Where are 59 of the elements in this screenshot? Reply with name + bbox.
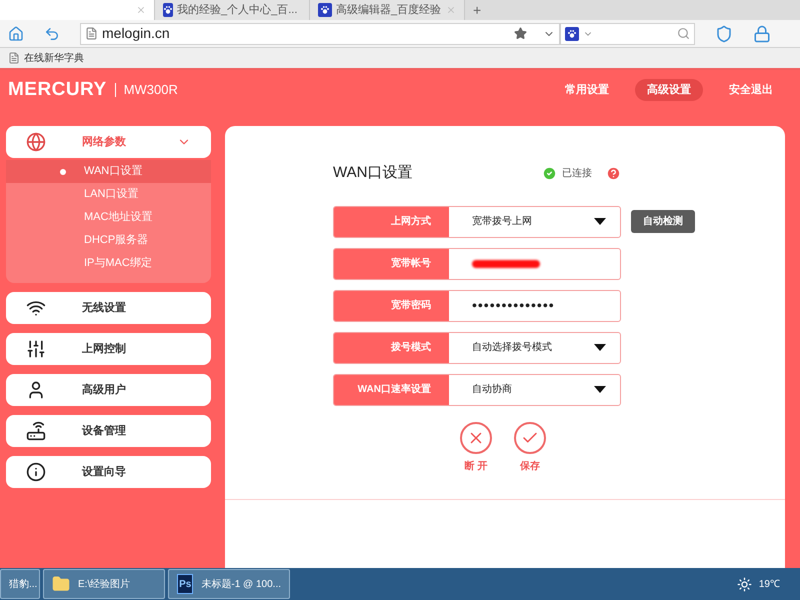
url-text: melogin.cn	[102, 24, 171, 43]
sidebar-item[interactable]: 设置向导	[6, 456, 211, 488]
lock-icon[interactable]	[753, 24, 771, 42]
shield-icon[interactable]	[715, 24, 733, 42]
nav-tab[interactable]: 常用设置	[553, 79, 621, 101]
sidebar-item[interactable]: 上网控制	[6, 333, 211, 365]
nav-tab[interactable]: 安全退出	[717, 79, 785, 101]
select-field[interactable]: 自动协商	[449, 374, 620, 404]
search-icon[interactable]	[677, 27, 690, 40]
taskbar-button[interactable]: 猎豹...	[0, 569, 40, 599]
field-label: 宽带帐号	[334, 248, 449, 278]
globe-icon	[26, 132, 46, 152]
paw-logo-icon	[163, 3, 173, 17]
brand-logo: MERCURY	[8, 78, 107, 102]
page-icon	[8, 52, 20, 64]
taskbar-button[interactable]: E:\经验图片	[43, 569, 165, 599]
info-icon	[26, 462, 46, 482]
submenu-item[interactable]: WAN口设置	[6, 160, 211, 183]
field-label: 拨号模式	[334, 332, 449, 362]
redaction-mark	[472, 260, 540, 268]
search-field[interactable]	[560, 22, 695, 44]
field-label: 上网方式	[334, 206, 449, 236]
sidebar-item[interactable]: 高级用户	[6, 374, 211, 406]
sun-icon	[736, 576, 752, 592]
dropdown-arrow-icon	[594, 218, 606, 225]
select-field[interactable]: 自动选择拨号模式	[449, 332, 620, 362]
paw-logo-icon	[318, 3, 332, 17]
sidebar-item[interactable]: 无线设置	[6, 292, 211, 324]
folder-icon	[52, 575, 70, 593]
model-name: MW300R	[124, 81, 178, 100]
sidebar-item[interactable]: 网络参数	[6, 126, 211, 158]
temperature-text: 19℃	[758, 578, 780, 592]
star-icon[interactable]	[514, 27, 527, 40]
browser-tab[interactable]: 我的经验_个人中心_百...	[155, 0, 310, 20]
field-label: 宽带密码	[334, 290, 449, 320]
router-icon	[26, 421, 46, 441]
taskbar-button[interactable]: Ps 未标题-1 @ 100...	[168, 569, 290, 599]
page-icon	[85, 27, 98, 40]
sidebar-item[interactable]: 设备管理	[6, 415, 211, 447]
status-text: 已连接	[562, 166, 592, 181]
close-icon[interactable]	[136, 5, 146, 15]
address-bar[interactable]: melogin.cn	[80, 22, 560, 44]
bookmark-link[interactable]: 在线新华字典	[24, 50, 84, 66]
panel-title: WAN口设置	[333, 163, 414, 183]
select-field[interactable]: 宽带拨号上网	[449, 206, 620, 236]
dropdown-arrow-icon	[594, 344, 606, 351]
field-label: WAN口速率设置	[334, 374, 449, 404]
nav-tab[interactable]: 高级设置	[635, 79, 703, 101]
input-field[interactable]: ••••••••••••••	[449, 290, 620, 320]
browser-tab[interactable]: 高级编辑器_百度经验	[310, 0, 465, 20]
home-icon[interactable]	[8, 26, 24, 42]
app-icon: Ps	[177, 574, 194, 594]
auto-detect-button[interactable]: 自动检测	[631, 210, 695, 233]
sliders-icon	[26, 339, 46, 359]
new-tab-button[interactable]: +	[465, 0, 490, 20]
help-icon[interactable]	[606, 166, 621, 181]
dropdown-arrow-icon	[594, 386, 606, 393]
back-icon[interactable]	[44, 26, 60, 42]
paw-logo-icon	[565, 26, 579, 40]
